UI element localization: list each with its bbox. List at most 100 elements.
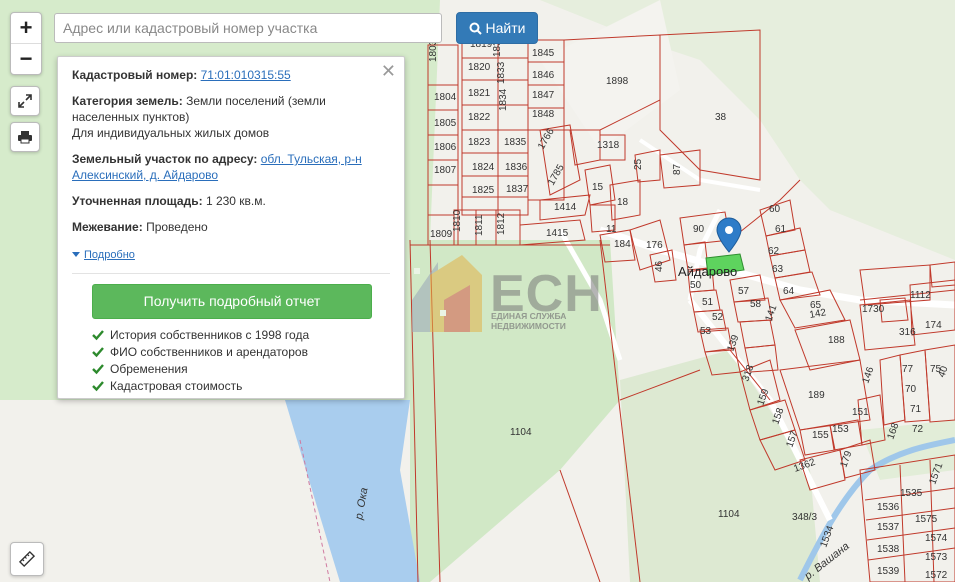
search-button[interactable]: Найти: [456, 12, 538, 44]
land-use-value: Для индивидуальных жилых домов: [72, 126, 270, 140]
survey-value: Проведено: [146, 220, 208, 234]
plot-number-label: 1821: [468, 88, 491, 99]
area-value: 1 230 кв.м.: [205, 194, 266, 208]
plot-number-label: 1898: [606, 76, 629, 87]
area-row: Уточненная площадь: 1 230 кв.м.: [72, 193, 390, 209]
plot-number-label: 188: [828, 335, 845, 346]
plot-number-label: 1824: [472, 162, 495, 173]
plot-number-label: 1809: [430, 229, 453, 240]
list-item: Кадастровая стоимость: [92, 378, 390, 395]
plot-number-label: 176: [646, 240, 663, 251]
plot-number-label: 1806: [434, 142, 457, 153]
plot-number-label: 1538: [877, 544, 900, 555]
print-button[interactable]: [10, 122, 40, 152]
plot-number-label: 52: [712, 312, 724, 323]
cadastral-number-link[interactable]: 71:01:010315:55: [201, 68, 291, 82]
plot-number-label: 57: [738, 286, 750, 297]
report-features-list: История собственников с 1998 года ФИО со…: [92, 327, 390, 395]
survey-row: Межевание: Проведено: [72, 219, 390, 235]
get-report-button[interactable]: Получить подробный отчет: [92, 283, 372, 319]
plot-number-label: 18: [617, 197, 629, 208]
plot-number-label: 87: [672, 163, 683, 175]
plot-number-label: 189: [808, 390, 825, 401]
list-item: История собственников с 1998 года: [92, 327, 390, 344]
plot-number-label: 1822: [468, 112, 491, 123]
check-icon: [92, 381, 104, 392]
plot-number-label: 1837: [506, 184, 529, 195]
plot-number-label: 1848: [532, 109, 555, 120]
plot-number-label: 72: [912, 424, 924, 435]
address-row: Земельный участок по адресу: обл. Тульск…: [72, 151, 390, 183]
plot-number-label: 53: [700, 326, 712, 337]
address-label: Земельный участок по адресу:: [72, 152, 258, 166]
plot-number-label: 1810: [452, 209, 463, 232]
plot-info-popup: ✕ Кадастровый номер: 71:01:010315:55 Кат…: [57, 56, 405, 399]
plot-number-label: 155: [812, 430, 829, 441]
feature-label: История собственников с 1998 года: [110, 328, 310, 342]
plot-number-label: 77: [902, 364, 914, 375]
fullscreen-button[interactable]: [10, 86, 40, 116]
plot-number-label: 38: [715, 112, 727, 123]
plot-number-label: 1835: [504, 137, 527, 148]
plot-number-label: 153: [832, 424, 849, 435]
plot-number-label: 71: [910, 404, 922, 415]
check-icon: [92, 347, 104, 358]
plot-number-label: 1836: [505, 162, 528, 173]
plot-number-label: 1833: [496, 61, 507, 84]
plot-number-label: 62: [768, 246, 780, 257]
plot-number-label: 1104: [718, 509, 740, 520]
plot-number-label: 50: [690, 280, 702, 291]
cadastral-number-label: Кадастровый номер:: [72, 68, 198, 82]
plot-number-label: 1535: [900, 488, 923, 499]
plot-number-label: 1845: [532, 48, 555, 59]
plot-number-label: 61: [775, 224, 787, 235]
plot-number-label: 1574: [925, 533, 948, 544]
details-link[interactable]: Подробно: [72, 247, 135, 263]
plot-number-label: 51: [702, 297, 714, 308]
plot-number-label: 1104: [510, 427, 532, 438]
details-link-label: Подробно: [84, 248, 135, 261]
ruler-button[interactable]: [10, 542, 44, 576]
plot-number-label: 11: [606, 224, 617, 235]
plot-number-label: 1825: [472, 185, 495, 196]
plot-number-label: 1804: [434, 92, 457, 103]
plot-number-label: 63: [772, 264, 784, 275]
plot-number-label: 25: [633, 158, 644, 170]
plot-number-label: 1414: [554, 202, 577, 213]
print-icon: [18, 131, 32, 144]
plot-number-label: 1805: [434, 118, 457, 129]
plot-number-label: 348/3: [792, 512, 817, 523]
ruler-icon: [18, 550, 36, 568]
search-input[interactable]: [54, 13, 442, 43]
feature-label: Обременения: [110, 362, 188, 376]
plot-number-label: 1575: [915, 514, 938, 525]
divider: [72, 272, 390, 274]
survey-label: Межевание:: [72, 220, 143, 234]
plot-number-label: 1537: [877, 522, 900, 533]
plot-number-label: 151: [852, 407, 869, 418]
plot-number-label: 1820: [468, 62, 491, 73]
close-icon[interactable]: ✕: [381, 62, 396, 80]
zoom-out-button[interactable]: −: [11, 43, 41, 74]
plot-number-label: 1539: [877, 566, 900, 577]
search-icon: [469, 22, 482, 35]
feature-label: Кадастровая стоимость: [110, 379, 243, 393]
check-icon: [92, 330, 104, 341]
plot-number-label: 1811: [474, 214, 485, 236]
plot-number-label: 1812: [496, 212, 507, 235]
zoom-in-button[interactable]: +: [11, 13, 41, 43]
plot-number-label: 1823: [468, 137, 491, 148]
plot-number-label: 1573: [925, 552, 948, 563]
expand-icon: [18, 94, 32, 108]
cadastral-number-row: Кадастровый номер: 71:01:010315:55: [72, 67, 390, 83]
land-category-row: Категория земель: Земли поселений (земли…: [72, 93, 390, 141]
plot-number-label: 1834: [498, 88, 509, 111]
plot-number-label: 1318: [597, 140, 620, 151]
plot-number-label: 1730: [862, 304, 885, 315]
place-label: Айдарово: [678, 264, 737, 279]
plot-number-label: 1415: [546, 228, 569, 239]
plot-number-label: 1847: [532, 90, 555, 101]
list-item: Обременения: [92, 361, 390, 378]
watermark-subtitle: ЕДИНАЯ СЛУЖБА НЕДВИЖИМОСТИ: [491, 311, 566, 331]
land-category-label: Категория земель:: [72, 94, 183, 108]
